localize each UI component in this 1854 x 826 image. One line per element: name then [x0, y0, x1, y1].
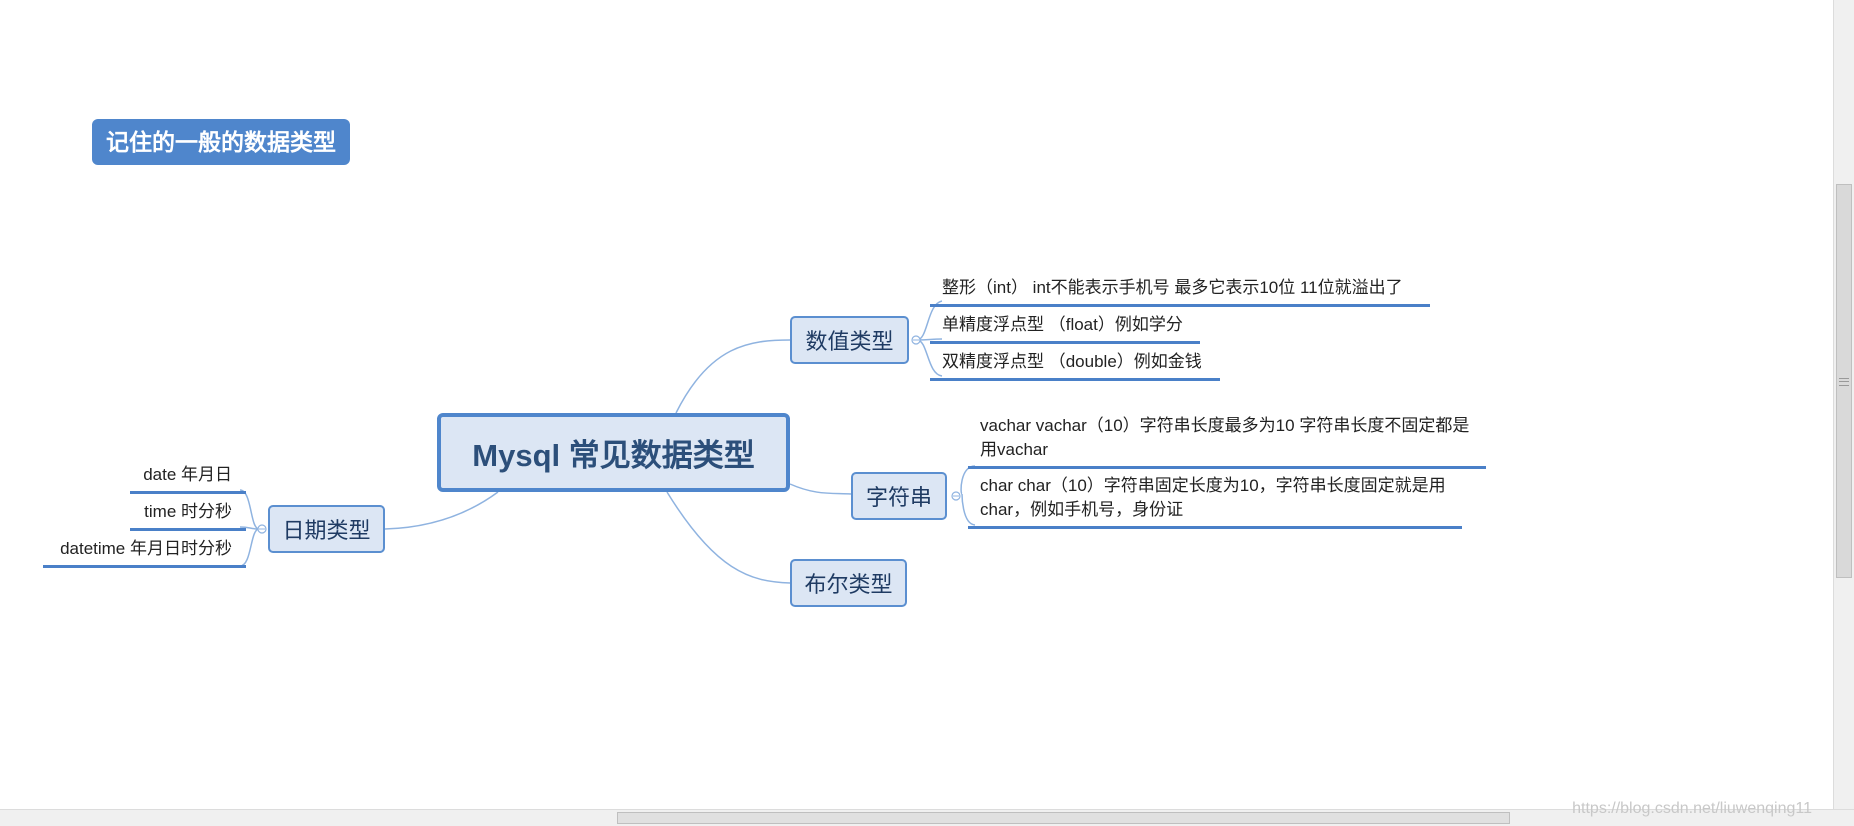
leaf-int-text: 整形（int） int不能表示手机号 最多它表示10位 11位就溢出了 [942, 278, 1403, 297]
leaf-time-text: time 时分秒 [144, 502, 232, 521]
leaf-char-line1: char char（10）字符串固定长度为10，字符串长度固定就是用 [980, 476, 1446, 495]
leaf-varchar-line2: 用vachar [980, 440, 1049, 459]
branch-numeric-types[interactable]: 数值类型 [790, 316, 909, 364]
watermark-text: https://blog.csdn.net/liuwenqing11 [1572, 800, 1812, 817]
leaf-varchar[interactable]: vachar vachar（10）字符串长度最多为10 字符串长度不固定都是 用… [968, 414, 1486, 469]
connector-root-date [384, 491, 499, 530]
leaf-char[interactable]: char char（10）字符串固定长度为10，字符串长度固定就是用 char，… [968, 474, 1462, 529]
connector-root-boolean [666, 491, 791, 584]
branch-date-types[interactable]: 日期类型 [268, 505, 385, 553]
leaf-date-text: date 年月日 [143, 465, 232, 484]
scroll-grip-icon [1839, 378, 1849, 386]
horizontal-scrollbar-thumb[interactable] [617, 812, 1510, 824]
leaf-datetime[interactable]: datetime 年月日时分秒 [43, 537, 246, 568]
title-badge[interactable]: 记住的一般的数据类型 [92, 119, 350, 165]
leaf-varchar-line1: vachar vachar（10）字符串长度最多为10 字符串长度不固定都是 [980, 416, 1470, 435]
leaf-datetime-text: datetime 年月日时分秒 [60, 539, 232, 558]
branch-string[interactable]: 字符串 [851, 472, 947, 520]
leaf-double-text: 双精度浮点型 （double）例如金钱 [942, 352, 1202, 371]
leaf-float[interactable]: 单精度浮点型 （float）例如学分 [930, 313, 1200, 344]
vertical-scrollbar[interactable] [1833, 0, 1854, 810]
leaf-date[interactable]: date 年月日 [130, 463, 246, 494]
connector-root-numeric [675, 339, 791, 414]
leaf-time[interactable]: time 时分秒 [130, 500, 246, 531]
leaf-float-text: 单精度浮点型 （float）例如学分 [942, 315, 1183, 334]
leaf-int[interactable]: 整形（int） int不能表示手机号 最多它表示10位 11位就溢出了 [930, 276, 1430, 307]
mindmap-canvas: 记住的一般的数据类型 Mysql 常见数据类型 数值类型 字符串 布尔类型 日期… [0, 0, 1854, 826]
connector-root-string [789, 483, 852, 495]
root-node[interactable]: Mysql 常见数据类型 [437, 413, 790, 492]
branch-boolean-type[interactable]: 布尔类型 [790, 559, 907, 607]
leaf-double[interactable]: 双精度浮点型 （double）例如金钱 [930, 350, 1220, 381]
leaf-char-line2: char，例如手机号，身份证 [980, 500, 1184, 519]
